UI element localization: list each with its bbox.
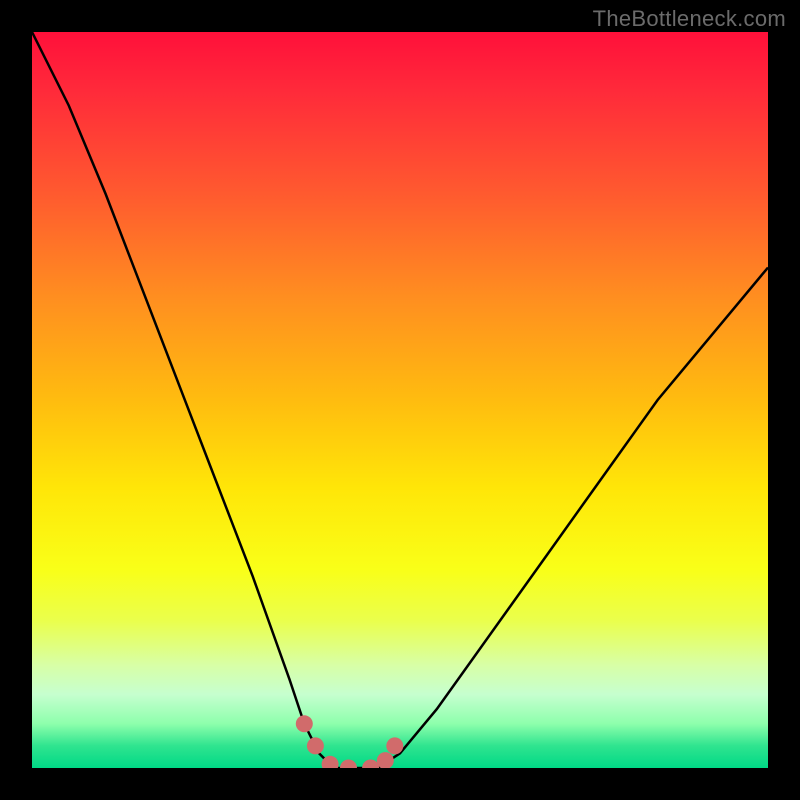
curve-dot [362, 760, 379, 769]
curve-dot [296, 715, 313, 732]
chart-svg [32, 32, 768, 768]
curve-dot [377, 752, 394, 768]
plot-area [32, 32, 768, 768]
watermark-text: TheBottleneck.com [593, 6, 786, 32]
curve-dot [307, 737, 324, 754]
chart-frame: TheBottleneck.com [0, 0, 800, 800]
curve-dots [296, 715, 404, 768]
curve-dot [386, 737, 403, 754]
curve-dot [340, 760, 357, 769]
bottleneck-curve [32, 32, 768, 768]
